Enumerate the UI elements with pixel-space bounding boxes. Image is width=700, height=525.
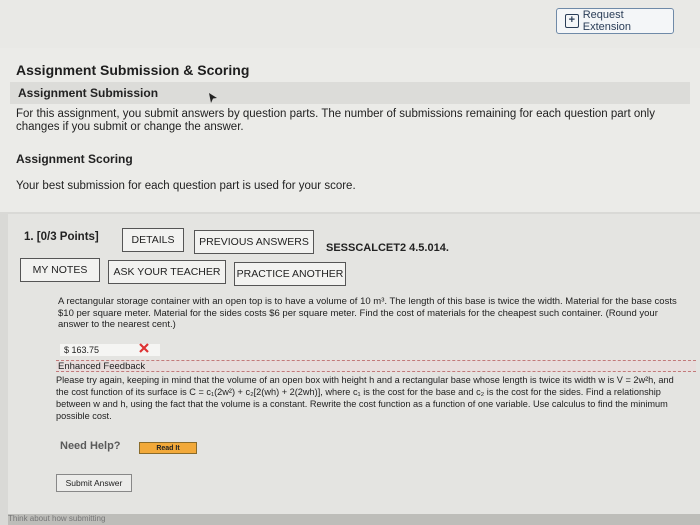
assignment-submission-panel: Assignment Submission & Scoring Assignme…	[0, 48, 700, 212]
panel-title: Assignment Submission & Scoring	[16, 62, 250, 78]
question-id: SESSCALCET2 4.5.014.	[326, 242, 449, 254]
details-button[interactable]: DETAILS	[122, 228, 184, 252]
request-extension-button[interactable]: + Request Extension	[556, 8, 674, 34]
my-notes-button[interactable]: MY NOTES	[20, 258, 100, 282]
submission-subheading: Assignment Submission	[18, 86, 159, 100]
scoring-title: Assignment Scoring	[16, 152, 133, 166]
ask-teacher-button[interactable]: ASK YOUR TEACHER	[108, 260, 226, 284]
problem-text: A rectangular storage container with an …	[58, 296, 677, 330]
previous-answers-button[interactable]: PREVIOUS ANSWERS	[194, 230, 314, 254]
cut-off-footer-text: Think about how submitting	[8, 514, 700, 525]
feedback-text: Please try again, keeping in mind that t…	[56, 375, 674, 421]
cursor-icon	[209, 93, 217, 103]
plus-icon: +	[565, 14, 579, 28]
scoring-text: Your best submission for each question p…	[16, 180, 356, 192]
incorrect-x-icon	[139, 343, 149, 353]
submission-subheading-bar: Assignment Submission	[10, 82, 690, 104]
request-extension-label: Request Extension	[582, 9, 632, 33]
practice-another-button[interactable]: PRACTICE ANOTHER	[234, 262, 346, 286]
submit-answer-button[interactable]: Submit Answer	[56, 474, 132, 492]
question-points: 1. [0/3 Points]	[24, 231, 99, 243]
question-card: 1. [0/3 Points] DETAILS PREVIOUS ANSWERS…	[8, 214, 700, 525]
need-help-label: Need Help?	[60, 440, 121, 452]
submission-description: For this assignment, you submit answers …	[16, 108, 655, 133]
feedback-title: Enhanced Feedback	[56, 360, 696, 372]
read-it-button[interactable]: Read It	[139, 442, 197, 454]
